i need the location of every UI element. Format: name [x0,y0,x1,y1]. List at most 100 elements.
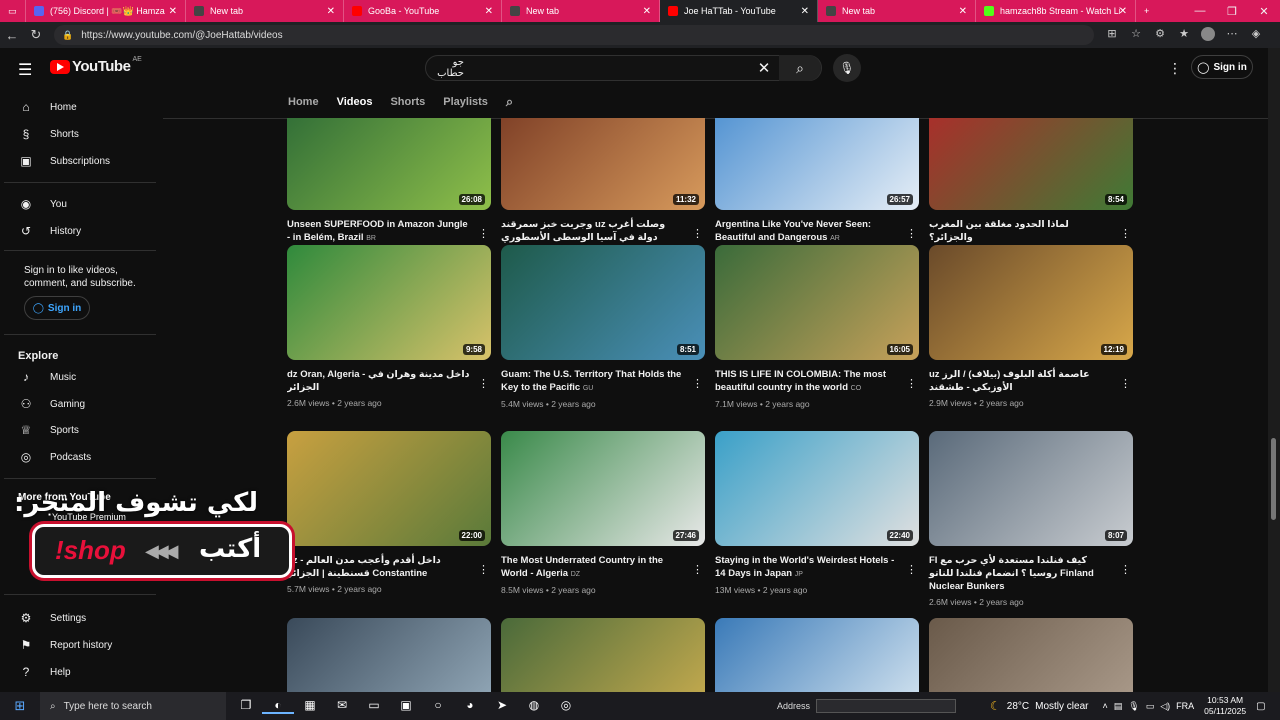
sign-in-button[interactable]: ◯ Sign in [1191,55,1253,79]
steam-icon[interactable]: ◍ [518,698,550,714]
video-menu-icon[interactable]: ⋮ [478,227,489,240]
tray-chevron-icon[interactable]: ˄ [1103,701,1108,711]
back-button[interactable]: ← [0,28,24,43]
video-thumbnail[interactable] [287,618,491,692]
video-thumbnail[interactable]: 8:54 [929,118,1133,210]
video-card[interactable]: 22:00 dz داخل أقدم وأعجب مدن العالم - قسن… [287,431,491,594]
address-input[interactable] [816,699,957,713]
video-thumbnail[interactable]: 8:51 [501,245,705,360]
close-tab-icon[interactable]: ✕ [801,6,809,17]
edge-icon[interactable]: ◐ [262,698,294,714]
video-title[interactable]: THIS IS LIFE IN COLOMBIA: The most beaut… [715,368,901,395]
weather-widget[interactable]: ☾ 28°C Mostly clear [990,699,1088,713]
video-menu-icon[interactable]: ⋮ [906,227,917,240]
favorites-icon[interactable]: ★ [1172,27,1196,44]
video-thumbnail[interactable]: 26:57 [715,118,919,210]
maximize-button[interactable]: ❐ [1216,0,1248,22]
video-title[interactable]: Argentina Like You've Never Seen: Beauti… [715,218,901,245]
video-card[interactable]: 26:57 Argentina Like You've Never Seen: B… [715,118,919,259]
sidebar-item-home[interactable]: ⌂ Home [18,100,76,114]
video-menu-icon[interactable]: ⋮ [1120,563,1131,576]
new-tab-button[interactable]: + [1136,0,1157,22]
tab-videos[interactable]: Videos [337,96,373,108]
video-thumbnail[interactable]: 11:32 [501,118,705,210]
close-tab-icon[interactable]: ✕ [169,6,177,17]
file-explorer-icon[interactable]: ▭ [358,698,390,714]
taskbar-search[interactable]: ⌕ Type here to search [40,692,226,720]
obs-icon[interactable]: ◎ [550,698,582,714]
tab-shorts[interactable]: Shorts [390,96,425,108]
tab-playlists[interactable]: Playlists [443,96,488,108]
sidebar-item-report-history[interactable]: ⚑ Report history [18,638,113,652]
video-thumbnail[interactable]: 26:08 [287,118,491,210]
browser-tab[interactable]: New tab ✕ [818,0,976,22]
telegram-icon[interactable]: ➤ [486,698,518,714]
profile-avatar[interactable] [1196,26,1220,44]
video-menu-icon[interactable]: ⋮ [692,563,703,576]
settings-kebab-icon[interactable]: ⋮ [1168,60,1182,77]
video-card[interactable] [287,618,491,692]
video-card[interactable]: 26:08 Unseen SUPERFOOD in Amazon Jungle -… [287,118,491,259]
volume-icon[interactable]: ◁) [1160,701,1170,712]
video-title[interactable]: The Most Underrated Country in the World… [501,554,687,581]
close-tab-icon[interactable]: ✕ [643,6,651,17]
notifications-icon[interactable]: ▢ [1256,701,1265,712]
video-title[interactable]: uz عاصمة أكلة البلوف (بيلاف) / الرز الأو… [929,368,1115,394]
more-menu-icon[interactable]: ⋯ [1220,27,1244,44]
video-menu-icon[interactable]: ⋮ [906,377,917,390]
browser-tab[interactable]: New tab ✕ [186,0,344,22]
network-icon[interactable]: ▤ [1114,701,1123,712]
tab-home[interactable]: Home [288,96,319,108]
video-thumbnail[interactable]: 16:05 [715,245,919,360]
video-thumbnail[interactable]: 9:58 [287,245,491,360]
scrollbar-thumb[interactable] [1271,438,1276,520]
video-menu-icon[interactable]: ⋮ [478,563,489,576]
video-title[interactable]: وجربت خبز سمرقند uz وصلت أغرب دولة في آس… [501,218,687,244]
menu-icon[interactable]: ☰ [18,60,32,80]
browser-tab[interactable]: New tab ✕ [502,0,660,22]
outlook-icon[interactable]: ✉ [326,698,358,714]
sidebar-item-you[interactable]: ◉ You [18,197,67,211]
video-card[interactable]: 9:58 dz Oran, Algeria - داخل مدينة وهران … [287,245,491,408]
close-tab-icon[interactable]: ✕ [327,6,335,17]
windows-start-icon[interactable]: ⊞ [0,698,40,714]
browser-tab[interactable]: hamzach8b Stream - Watch Live ✕ [976,0,1136,22]
video-menu-icon[interactable]: ⋮ [692,227,703,240]
video-title[interactable]: Staying in the World's Weirdest Hotels -… [715,554,901,581]
sidebar-item-gaming[interactable]: ⚇ Gaming [18,397,85,411]
video-card[interactable] [715,618,919,692]
video-card[interactable]: 27:46 The Most Underrated Country in the … [501,431,705,595]
video-title[interactable]: Unseen SUPERFOOD in Amazon Jungle - in B… [287,218,473,245]
video-menu-icon[interactable]: ⋮ [1120,227,1131,240]
video-title[interactable]: لماذا الحدود مغلقة بين المغرب والجزائر؟ [929,218,1115,244]
video-title[interactable]: dz داخل أقدم وأعجب مدن العالم - قسنطينة … [287,554,473,580]
tab-actions-button[interactable]: ▭ [0,0,26,22]
store-icon[interactable]: ▦ [294,698,326,714]
video-card[interactable]: 8:07 FI كيف فنلندا مستعدة لأي حرب مع روسي… [929,431,1133,607]
sidebar-item-sports[interactable]: ♕ Sports [18,423,79,437]
video-menu-icon[interactable]: ⋮ [906,563,917,576]
battery-icon[interactable]: ▭ [1146,701,1155,712]
video-thumbnail[interactable]: 12:19 [929,245,1133,360]
close-window-button[interactable]: ✕ [1248,0,1280,22]
favorite-star-icon[interactable]: ☆ [1124,27,1148,44]
video-card[interactable] [929,618,1133,692]
terminal-icon[interactable]: ▣ [390,698,422,714]
video-thumbnail[interactable]: 22:00 [287,431,491,546]
close-tab-icon[interactable]: ✕ [1119,6,1127,17]
minimize-button[interactable]: — [1184,0,1216,22]
video-thumbnail[interactable] [501,618,705,692]
video-card[interactable]: 22:40 Staying in the World's Weirdest Hot… [715,431,919,595]
channel-search-icon[interactable]: ⌕ [506,94,513,110]
opera-icon[interactable]: ○ [422,698,454,714]
clock[interactable]: 10:53 AM 05/11/2025 [1204,695,1246,717]
discord-icon[interactable]: ◕ [454,698,486,714]
video-menu-icon[interactable]: ⋮ [478,377,489,390]
close-tab-icon[interactable]: ✕ [959,6,967,17]
video-title[interactable]: Guam: The U.S. Territory That Holds the … [501,368,687,395]
video-thumbnail[interactable]: 22:40 [715,431,919,546]
video-thumbnail[interactable]: 27:46 [501,431,705,546]
task-view-icon[interactable]: ❐ [230,698,262,714]
video-card[interactable] [501,618,705,692]
sidebar-item-history[interactable]: ↺ History [18,224,81,238]
